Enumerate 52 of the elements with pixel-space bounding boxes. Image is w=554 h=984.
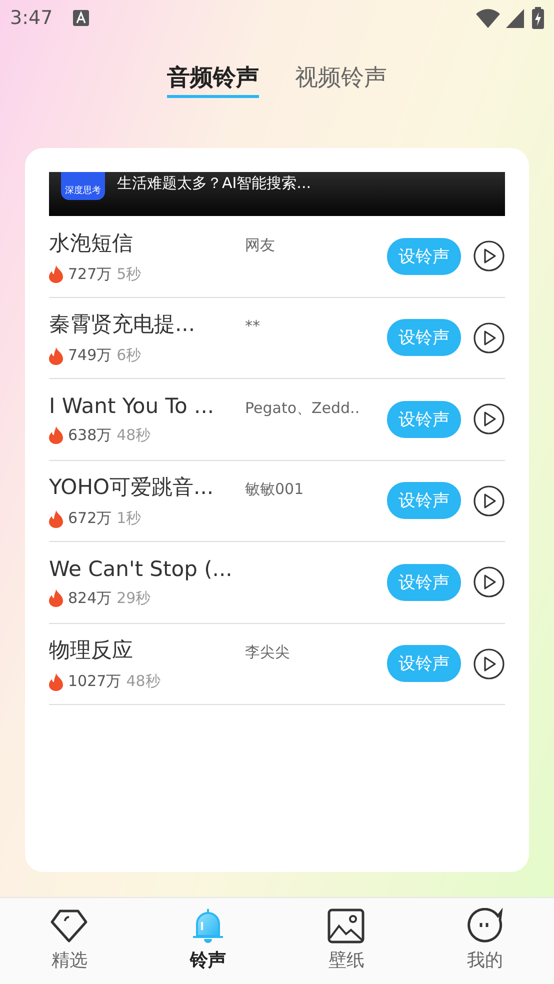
nav-tab[interactable]: 我的 (416, 898, 554, 984)
ringtone-title: We Can't Stop (... (49, 556, 233, 581)
play-count: 727万 (68, 264, 112, 284)
play-count: 672万 (68, 509, 112, 528)
ringtone-title: YOHO可爱跳音... (49, 474, 215, 502)
nav-tab[interactable]: 精选 (0, 898, 138, 984)
ringtone-duration: 1秒 (116, 509, 142, 528)
play-icon[interactable] (473, 240, 505, 272)
ringtone-duration: 6秒 (116, 346, 142, 366)
ad-banner[interactable]: 深度思考 生活难题太多？AI智能搜索... (49, 172, 505, 216)
play-count: 749万 (68, 346, 112, 366)
ringtone-duration: 5秒 (116, 264, 142, 284)
category-tab[interactable]: 音频铃声 (167, 62, 259, 98)
fire-icon (49, 672, 63, 691)
diamond-icon (50, 908, 88, 944)
play-icon[interactable] (473, 322, 505, 354)
ringtone-title: I Want You To ... (49, 394, 216, 418)
signal-icon (506, 8, 524, 28)
ringtone-artist: ** (245, 317, 260, 336)
play-icon[interactable] (473, 403, 505, 436)
status-time: 3:47 (10, 7, 53, 29)
play-count: 638万 (68, 426, 112, 445)
nav-tab[interactable]: 壁纸 (277, 898, 416, 984)
ringtone-artist: 敏敏001 (245, 480, 304, 500)
ad-text: 生活难题太多？AI智能搜索... (117, 173, 311, 193)
keyboard-notification-icon (72, 10, 89, 26)
ringtone-duration: 48秒 (116, 426, 151, 445)
ringtone-title: 秦霄贤充电提... (49, 311, 196, 338)
ad-logo: 深度思考 (61, 172, 105, 200)
ringtone-duration: 48秒 (126, 672, 160, 692)
face-icon (466, 908, 504, 944)
ringtone-artist: Pegato、Zedd.. (245, 398, 360, 418)
nav-tab[interactable]: 铃声 (138, 898, 277, 984)
picture-icon (327, 908, 366, 944)
play-count: 1027万 (68, 672, 122, 692)
play-count: 824万 (68, 588, 112, 608)
fire-icon (49, 426, 63, 444)
battery-icon (532, 7, 544, 29)
ringtone-title: 水泡短信 (49, 230, 134, 257)
play-icon[interactable] (473, 648, 505, 680)
play-icon[interactable] (473, 566, 505, 598)
category-tab[interactable]: 视频铃声 (295, 62, 387, 98)
ringtone-duration: 29秒 (116, 588, 151, 608)
fire-icon (49, 265, 63, 284)
ringtone-artist: 网友 (245, 236, 275, 255)
fire-icon (49, 589, 63, 608)
play-icon[interactable] (473, 484, 505, 517)
wifi-icon (476, 8, 500, 28)
fire-icon (49, 346, 63, 365)
fire-icon (49, 510, 63, 528)
ringtone-title: 物理反应 (49, 637, 134, 664)
ringtone-artist: 李尖尖 (245, 643, 290, 662)
